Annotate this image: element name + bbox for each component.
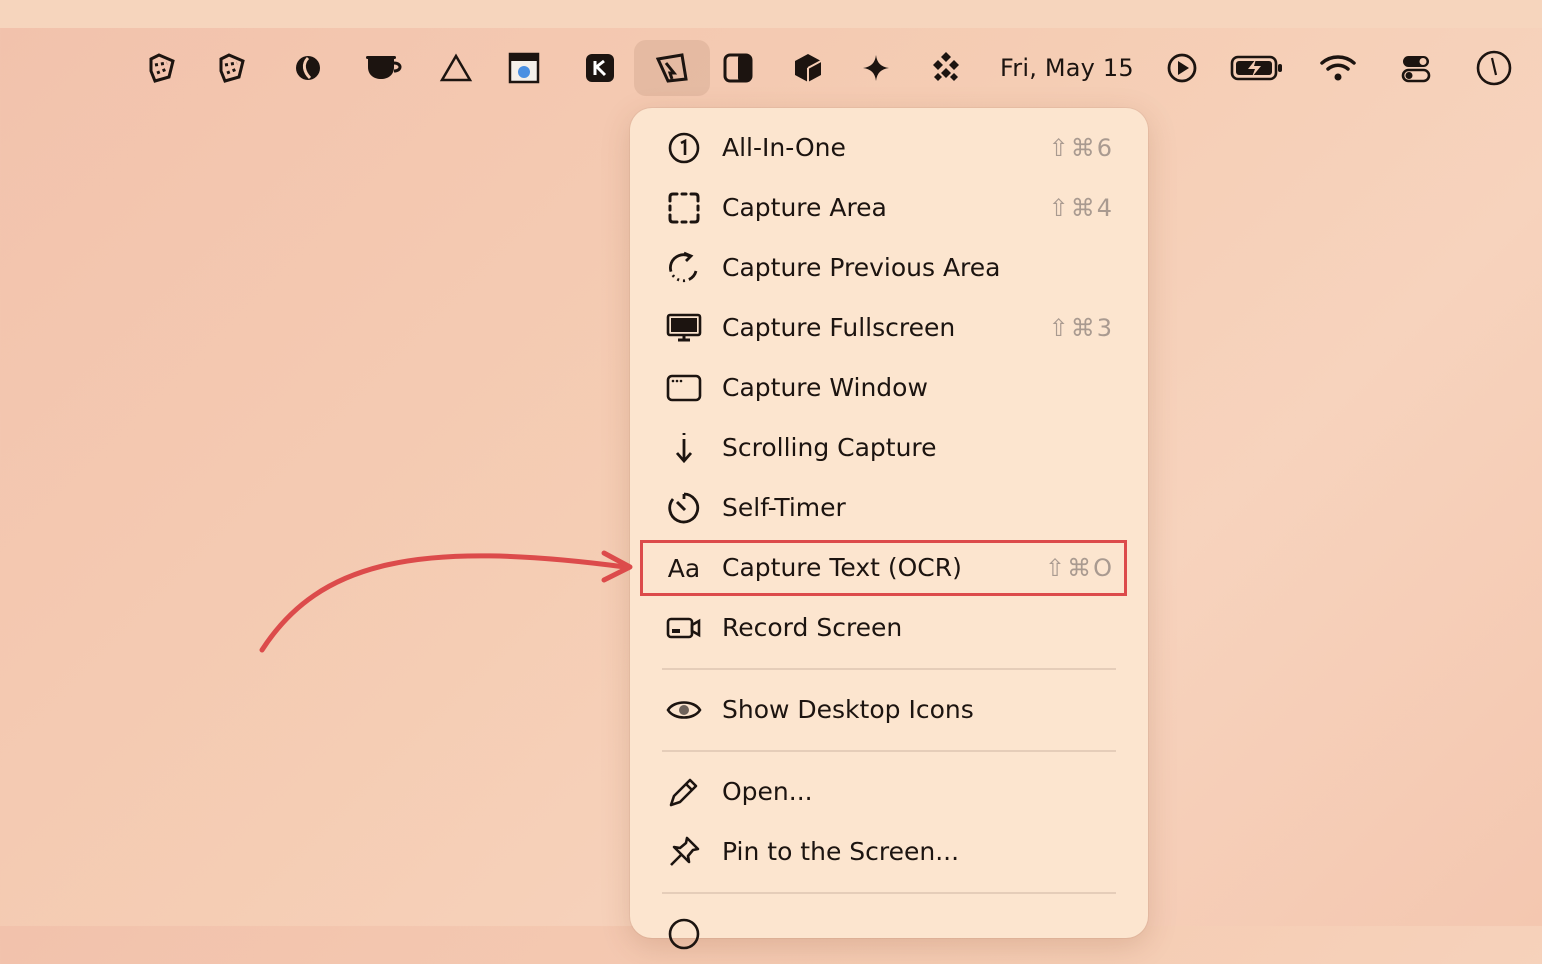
shell-icon[interactable] bbox=[286, 40, 330, 96]
menu-item-pin-to-screen[interactable]: Pin to the Screen... bbox=[630, 822, 1148, 882]
wifi-icon[interactable] bbox=[1316, 40, 1360, 96]
timer-icon bbox=[666, 492, 702, 524]
menu-separator bbox=[662, 892, 1116, 894]
menu-separator bbox=[662, 668, 1116, 670]
circle-one-icon bbox=[666, 132, 702, 164]
menu-item-label: Pin to the Screen... bbox=[722, 837, 960, 866]
pin-icon bbox=[666, 836, 702, 868]
coffee-cup-icon[interactable] bbox=[360, 40, 408, 96]
dashed-frame-icon bbox=[666, 192, 702, 224]
control-center-icon[interactable] bbox=[1394, 40, 1438, 96]
top-strip bbox=[0, 0, 1542, 28]
menu-item-partial-cutoff[interactable] bbox=[630, 904, 1148, 964]
menu-item-scrolling-capture[interactable]: Scrolling Capture bbox=[630, 418, 1148, 478]
circle-icon bbox=[666, 918, 702, 950]
diamond-grid-icon[interactable] bbox=[924, 40, 968, 96]
menu-bar: Fri, May 15 bbox=[0, 28, 1542, 108]
capture-dropdown-menu: All-In-One ⇧⌘6 Capture Area ⇧⌘4 Capture … bbox=[630, 108, 1148, 950]
menu-item-label: Capture Area bbox=[722, 193, 887, 222]
menu-item-shortcut: ⇧⌘4 bbox=[1048, 194, 1114, 222]
browser-window-icon[interactable] bbox=[502, 40, 546, 96]
box-icon[interactable] bbox=[786, 40, 830, 96]
menu-item-all-in-one[interactable]: All-In-One ⇧⌘6 bbox=[630, 118, 1148, 178]
circular-arrow-icon bbox=[666, 251, 702, 284]
arrow-down-icon bbox=[666, 432, 702, 464]
menu-item-shortcut: ⇧⌘6 bbox=[1048, 134, 1114, 162]
menu-item-self-timer[interactable]: Self-Timer bbox=[630, 478, 1148, 538]
clock-icon[interactable] bbox=[1472, 40, 1516, 96]
menu-item-label: Capture Previous Area bbox=[722, 253, 1001, 282]
battery-charging-icon[interactable] bbox=[1228, 40, 1286, 96]
retcon-icon[interactable] bbox=[140, 40, 184, 96]
sparkle-icon[interactable] bbox=[856, 40, 896, 96]
monitor-icon bbox=[666, 312, 702, 344]
pencil-icon bbox=[666, 776, 702, 808]
video-camera-icon bbox=[666, 612, 702, 644]
menu-item-label: All-In-One bbox=[722, 133, 846, 162]
menu-item-label: Show Desktop Icons bbox=[722, 695, 974, 724]
menu-item-label: Capture Fullscreen bbox=[722, 313, 956, 342]
menu-item-capture-window[interactable]: Capture Window bbox=[630, 358, 1148, 418]
menu-separator bbox=[662, 750, 1116, 752]
play-circle-icon[interactable] bbox=[1162, 40, 1202, 96]
menu-item-shortcut: ⇧⌘3 bbox=[1048, 314, 1114, 342]
menu-item-label: Self-Timer bbox=[722, 493, 846, 522]
menu-item-show-desktop-icons[interactable]: Show Desktop Icons bbox=[630, 680, 1148, 740]
screenshot-app-icon[interactable] bbox=[634, 40, 710, 96]
split-view-icon[interactable] bbox=[716, 40, 760, 96]
k-app-icon[interactable] bbox=[580, 40, 620, 96]
window-icon bbox=[666, 372, 702, 404]
menu-item-label: Scrolling Capture bbox=[722, 433, 937, 462]
menu-item-label: Capture Window bbox=[722, 373, 928, 402]
menu-item-label: Open... bbox=[722, 777, 813, 806]
eye-icon bbox=[666, 694, 702, 726]
ocr-highlight-box bbox=[640, 540, 1127, 596]
triangle-icon[interactable] bbox=[434, 40, 478, 96]
menu-item-capture-area[interactable]: Capture Area ⇧⌘4 bbox=[630, 178, 1148, 238]
menu-item-capture-previous-area[interactable]: Capture Previous Area bbox=[630, 238, 1148, 298]
menubar-clock[interactable]: Fri, May 15 bbox=[1000, 40, 1134, 96]
menu-item-label: Record Screen bbox=[722, 613, 903, 642]
menu-item-open[interactable]: Open... bbox=[630, 762, 1148, 822]
menu-item-record-screen[interactable]: Record Screen bbox=[630, 598, 1148, 658]
retcon-alt-icon[interactable] bbox=[210, 40, 254, 96]
menu-item-capture-fullscreen[interactable]: Capture Fullscreen ⇧⌘3 bbox=[630, 298, 1148, 358]
